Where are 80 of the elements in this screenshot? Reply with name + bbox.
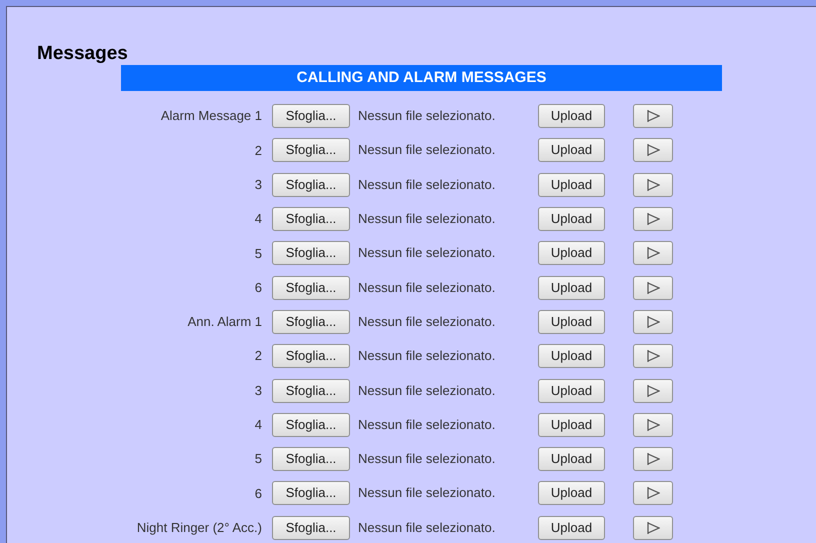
- upload-button[interactable]: Upload: [538, 241, 605, 266]
- browse-button[interactable]: Sfoglia...: [272, 516, 350, 540]
- row-label: Alarm Message 1: [160, 107, 262, 126]
- play-button[interactable]: [633, 344, 673, 368]
- upload-button[interactable]: Upload: [538, 104, 605, 128]
- upload-button[interactable]: Upload: [538, 481, 605, 506]
- file-status: Nessun file selezionato.: [358, 108, 496, 124]
- play-button[interactable]: [633, 241, 673, 266]
- play-icon: [646, 280, 660, 295]
- row-label: 6: [254, 278, 262, 297]
- play-icon: [646, 143, 660, 158]
- play-button[interactable]: [633, 412, 673, 437]
- play-icon: [646, 418, 660, 432]
- row-label: 3: [254, 176, 262, 194]
- row-label: Night Ringer (2° Acc.): [136, 518, 262, 537]
- row-label: 5: [254, 450, 262, 468]
- browse-button[interactable]: Sfoglia...: [272, 241, 350, 266]
- row-label: 4: [254, 416, 262, 434]
- browse-button[interactable]: Sfoglia...: [272, 481, 350, 506]
- browse-button[interactable]: Sfoglia...: [272, 447, 350, 472]
- play-icon: [646, 520, 660, 535]
- file-status: Nessun file selezionato.: [358, 416, 496, 432]
- play-icon: [646, 486, 660, 500]
- play-icon: [646, 212, 660, 226]
- row-label: 2: [254, 142, 262, 160]
- row-label: 2: [254, 347, 262, 366]
- play-icon: [646, 314, 660, 329]
- browse-button[interactable]: Sfoglia...: [272, 412, 350, 437]
- play-button[interactable]: [633, 516, 673, 540]
- row-label: 4: [254, 210, 262, 228]
- upload-button[interactable]: Upload: [538, 344, 605, 368]
- upload-button[interactable]: Upload: [538, 207, 605, 232]
- browse-button[interactable]: Sfoglia...: [272, 138, 350, 162]
- upload-button[interactable]: Upload: [538, 516, 605, 540]
- play-button[interactable]: [633, 310, 673, 334]
- file-status: Nessun file selezionato.: [358, 314, 496, 329]
- file-status: Nessun file selezionato.: [358, 211, 496, 226]
- play-button[interactable]: [633, 207, 673, 232]
- browse-button[interactable]: Sfoglia...: [272, 378, 350, 403]
- upload-button[interactable]: Upload: [538, 378, 605, 403]
- browse-button[interactable]: Sfoglia...: [272, 172, 350, 197]
- upload-button[interactable]: Upload: [538, 412, 605, 437]
- file-status: Nessun file selezionato.: [358, 142, 496, 158]
- file-status: Nessun file selezionato.: [358, 451, 496, 466]
- file-status: Nessun file selezionato.: [358, 348, 496, 364]
- play-icon: [646, 109, 660, 124]
- play-icon: [646, 246, 660, 260]
- play-button[interactable]: [633, 138, 673, 162]
- upload-button[interactable]: Upload: [538, 310, 605, 334]
- browse-button[interactable]: Sfoglia...: [272, 344, 350, 368]
- file-status: Nessun file selezionato.: [358, 245, 496, 260]
- play-button[interactable]: [633, 104, 673, 128]
- upload-button[interactable]: Upload: [538, 172, 605, 197]
- section-header: CALLING AND ALARM MESSAGES: [121, 65, 722, 91]
- play-button[interactable]: [633, 378, 673, 403]
- browse-button[interactable]: Sfoglia...: [272, 104, 350, 128]
- file-status: Nessun file selezionato.: [358, 382, 496, 398]
- upload-button[interactable]: Upload: [538, 276, 605, 300]
- play-button[interactable]: [633, 276, 673, 300]
- play-icon: [646, 452, 660, 466]
- play-button[interactable]: [633, 172, 673, 197]
- upload-button[interactable]: Upload: [538, 447, 605, 472]
- play-icon: [646, 349, 660, 364]
- file-status: Nessun file selezionato.: [358, 280, 496, 295]
- play-icon: [646, 384, 660, 398]
- row-label: Ann. Alarm 1: [188, 313, 262, 332]
- file-status: Nessun file selezionato.: [358, 485, 496, 500]
- browse-button[interactable]: Sfoglia...: [272, 310, 350, 334]
- row-label: 6: [254, 484, 262, 503]
- page-title: Messages: [37, 43, 128, 65]
- play-button[interactable]: [633, 481, 673, 506]
- play-icon: [646, 178, 660, 192]
- row-label: 5: [254, 244, 262, 263]
- file-status: Nessun file selezionato.: [358, 176, 496, 192]
- browse-button[interactable]: Sfoglia...: [272, 276, 350, 300]
- browse-button[interactable]: Sfoglia...: [272, 207, 350, 232]
- file-status: Nessun file selezionato.: [358, 520, 496, 535]
- row-label: 3: [254, 382, 262, 400]
- upload-button[interactable]: Upload: [538, 138, 605, 162]
- play-button[interactable]: [633, 447, 673, 472]
